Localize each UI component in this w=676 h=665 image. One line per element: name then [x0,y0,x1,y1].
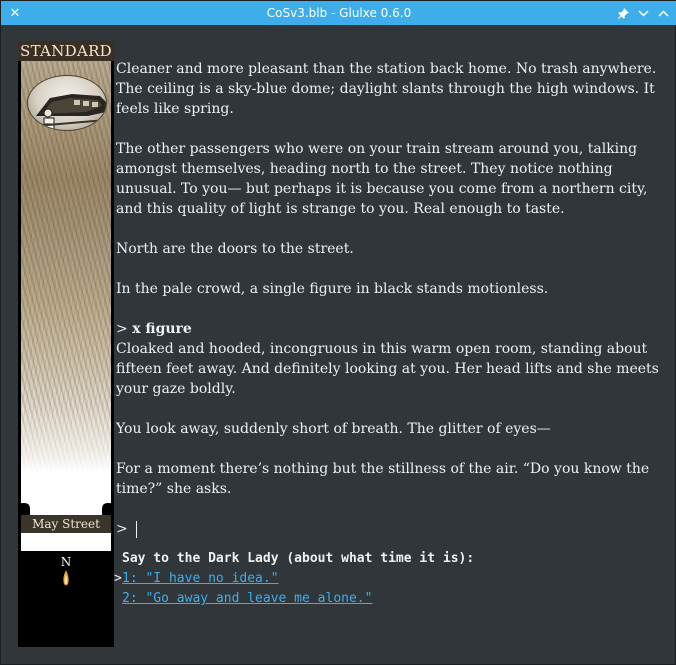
flame-icon [63,570,69,586]
story-paragraph: North are the doors to the street. [116,241,354,257]
story-paragraph: For a moment there’s nothing but the sti… [116,461,650,497]
story-paragraph: The other passengers who were on your tr… [116,141,648,217]
chevron-up-icon[interactable] [654,4,672,22]
compass-north-label: N [60,555,72,569]
input-prompt: > [116,521,128,537]
menu-heading: Say to the Dark Lady (about what time it… [122,551,475,566]
story-paragraph: Cleaner and more pleasant than the stati… [116,61,657,117]
fur-illustration [21,61,111,551]
story-paragraph: You look away, suddenly short of breath.… [116,421,551,437]
story-paragraph: Cloaked and hooded, incongruous in this … [116,341,659,397]
location-label: May Street [21,515,111,533]
story-paragraph: In the pale crowd, a single figure in bl… [116,281,549,297]
compass: N [54,556,78,596]
menu-option-link[interactable]: 1: "I have no idea." [122,571,279,586]
command-input-line[interactable]: > [116,519,661,539]
selection-marker: > [114,571,122,586]
command-text: x figure [132,321,192,337]
pin-icon[interactable] [614,4,632,22]
fur-texture [21,61,111,551]
command-echo: > x figure [116,319,661,339]
menu-option[interactable]: > 1: "I have no idea." [114,569,659,589]
command-prompt: > [116,321,128,337]
status-sidebar: STANDARD May Street N [18,41,114,647]
sidebar-header: STANDARD [18,41,114,61]
story-text: Cleaner and more pleasant than the stati… [116,59,661,539]
app-window: ✕ CoSv3.blb - Glulxe 0.6.0 STANDARD May … [0,0,676,665]
window-title: CoSv3.blb - Glulxe 0.6.0 [266,6,412,20]
menu-option-link[interactable]: 2: "Go away and leave me alone." [122,591,372,606]
train-picture [27,75,107,131]
text-cursor [135,520,137,538]
conversation-menu: Say to the Dark Lady (about what time it… [114,549,659,609]
chevron-down-icon[interactable] [634,4,652,22]
menu-option[interactable]: 2: "Go away and leave me alone." [114,589,659,609]
title-bar[interactable]: ✕ CoSv3.blb - Glulxe 0.6.0 [1,1,676,25]
